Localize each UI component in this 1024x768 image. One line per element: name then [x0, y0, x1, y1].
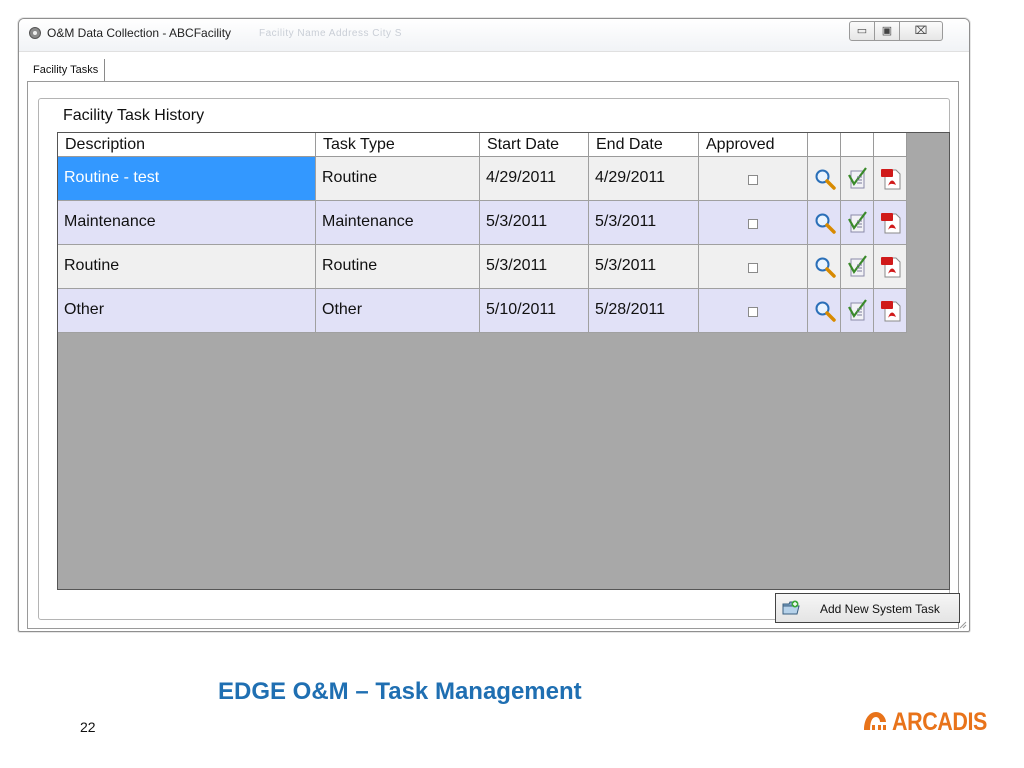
- view-action-cell[interactable]: [808, 245, 841, 289]
- window-title: O&M Data Collection - ABCFacility: [47, 26, 232, 40]
- cell-approved: [699, 245, 808, 289]
- magnifier-icon[interactable]: [813, 167, 837, 191]
- task-history-grid[interactable]: Description Task Type Start Date End Dat…: [57, 132, 950, 590]
- window-title-ghost: Facility Name Address City S: [259, 28, 402, 39]
- add-new-system-task-label: Add New System Task: [820, 602, 940, 616]
- slide-title: EDGE O&M – Task Management: [218, 678, 582, 705]
- pdf-icon[interactable]: [879, 299, 903, 323]
- view-action-cell[interactable]: [808, 157, 841, 201]
- view-action-cell[interactable]: [808, 289, 841, 333]
- cell-task-type[interactable]: Maintenance: [316, 201, 480, 245]
- cell-approved: [699, 157, 808, 201]
- column-header-end-date[interactable]: End Date: [589, 133, 699, 157]
- pdf-action-cell[interactable]: [874, 157, 907, 201]
- pdf-icon[interactable]: [879, 211, 903, 235]
- title-bar[interactable]: O&M Data Collection - ABCFacility Facili…: [19, 19, 969, 52]
- facility-tasks-panel: Facility Task History Description Task T…: [27, 81, 960, 629]
- approved-checkbox[interactable]: [748, 306, 758, 317]
- column-header-start-date[interactable]: Start Date: [480, 133, 589, 157]
- arcadis-logo: ARCADIS: [862, 708, 992, 738]
- cell-task-type[interactable]: Other: [316, 289, 480, 333]
- pdf-action-cell[interactable]: [874, 245, 907, 289]
- cell-end-date[interactable]: 5/3/2011: [589, 245, 699, 289]
- app-icon: [29, 27, 41, 39]
- minimize-button[interactable]: ▭: [849, 21, 875, 41]
- approved-checkbox[interactable]: [748, 262, 758, 273]
- approved-checkbox[interactable]: [748, 174, 758, 185]
- close-button[interactable]: ⌧: [899, 21, 943, 41]
- cell-end-date[interactable]: 5/3/2011: [589, 201, 699, 245]
- cell-start-date[interactable]: 5/10/2011: [480, 289, 589, 333]
- cell-approved: [699, 201, 808, 245]
- task-history-group: Facility Task History Description Task T…: [38, 98, 960, 623]
- pdf-action-cell[interactable]: [874, 201, 907, 245]
- column-header-description[interactable]: Description: [58, 133, 316, 157]
- checklist-icon[interactable]: [846, 211, 870, 235]
- magnifier-icon[interactable]: [813, 255, 837, 279]
- add-new-system-task-button[interactable]: Add New System Task: [775, 593, 960, 623]
- checklist-action-cell[interactable]: [841, 245, 874, 289]
- magnifier-icon[interactable]: [813, 299, 837, 323]
- approved-checkbox[interactable]: [748, 218, 758, 229]
- cell-start-date[interactable]: 4/29/2011: [480, 157, 589, 201]
- maximize-button[interactable]: ▣: [874, 21, 900, 41]
- cell-start-date[interactable]: 5/3/2011: [480, 201, 589, 245]
- cell-start-date[interactable]: 5/3/2011: [480, 245, 589, 289]
- group-legend: Facility Task History: [59, 107, 209, 125]
- checklist-action-cell[interactable]: [841, 157, 874, 201]
- cell-end-date[interactable]: 4/29/2011: [589, 157, 699, 201]
- magnifier-icon[interactable]: [813, 211, 837, 235]
- cell-description[interactable]: Routine - test: [58, 157, 316, 201]
- checklist-icon[interactable]: [846, 255, 870, 279]
- resize-grip-icon[interactable]: [959, 621, 967, 629]
- tab-facility-tasks[interactable]: Facility Tasks: [29, 59, 106, 81]
- cell-end-date[interactable]: 5/28/2011: [589, 289, 699, 333]
- checklist-icon[interactable]: [846, 167, 870, 191]
- column-header-approved[interactable]: Approved: [699, 133, 808, 157]
- cell-description[interactable]: Routine: [58, 245, 316, 289]
- arcadis-logo-text: ARCADIS: [892, 708, 987, 736]
- folder-add-icon: [782, 600, 800, 615]
- cell-description[interactable]: Maintenance: [58, 201, 316, 245]
- page-number: 22: [80, 719, 96, 735]
- view-action-cell[interactable]: [808, 201, 841, 245]
- app-window: O&M Data Collection - ABCFacility Facili…: [18, 18, 970, 632]
- column-header-pdf: [874, 133, 907, 157]
- checklist-action-cell[interactable]: [841, 289, 874, 333]
- pdf-icon[interactable]: [879, 167, 903, 191]
- checklist-action-cell[interactable]: [841, 201, 874, 245]
- pdf-action-cell[interactable]: [874, 289, 907, 333]
- cell-task-type[interactable]: Routine: [316, 245, 480, 289]
- column-header-checklist: [841, 133, 874, 157]
- arcadis-logo-icon: [864, 712, 886, 730]
- column-header-task-type[interactable]: Task Type: [316, 133, 480, 157]
- cell-approved: [699, 289, 808, 333]
- cell-task-type[interactable]: Routine: [316, 157, 480, 201]
- column-header-view: [808, 133, 841, 157]
- cell-description[interactable]: Other: [58, 289, 316, 333]
- pdf-icon[interactable]: [879, 255, 903, 279]
- checklist-icon[interactable]: [846, 299, 870, 323]
